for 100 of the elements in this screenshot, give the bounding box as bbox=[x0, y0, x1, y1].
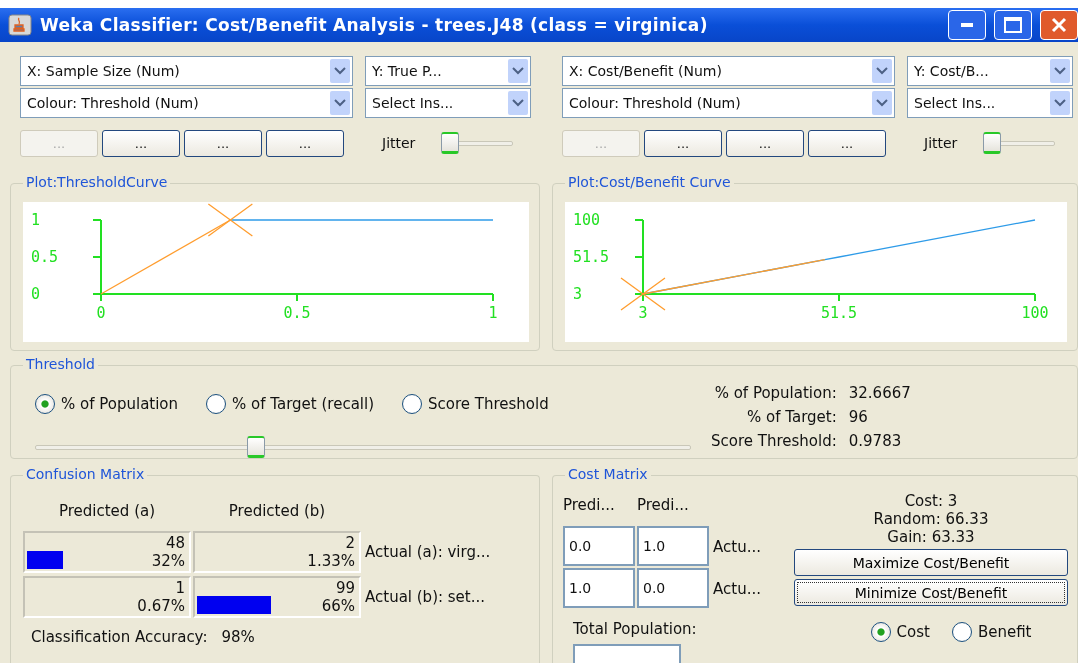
window-title: Weka Classifier: Cost/Benefit Analysis - trees.J48 (class = virginica) bbox=[40, 15, 709, 35]
y-tick-label: 0 bbox=[31, 285, 41, 303]
ellipsis-button[interactable]: ... bbox=[808, 129, 886, 157]
stat-value: 0.9783 bbox=[848, 432, 903, 450]
cell-percent: 0.67% bbox=[137, 597, 185, 615]
chevron-down-icon bbox=[876, 99, 888, 107]
column-header: Predi... bbox=[563, 495, 616, 516]
stat-value: 96 bbox=[848, 408, 869, 426]
radio-button[interactable] bbox=[35, 394, 55, 414]
x-tick-label: 100 bbox=[1021, 304, 1049, 322]
radio-label: Cost bbox=[896, 623, 930, 641]
cell-percent: 32% bbox=[151, 552, 185, 570]
close-button[interactable] bbox=[1040, 10, 1078, 40]
panel-title: Cost Matrix bbox=[565, 466, 651, 482]
chevron-down-icon bbox=[334, 99, 346, 107]
ellipsis-button[interactable]: ... bbox=[266, 129, 344, 157]
y-tick-label: 0.5 bbox=[31, 248, 59, 266]
dropdown[interactable]: Colour: Threshold (Num) bbox=[20, 88, 353, 118]
plot-title: Plot:Cost/Benefit Curve bbox=[565, 174, 734, 190]
accuracy-value: 98% bbox=[221, 628, 255, 646]
row-label: Actual (b): set... bbox=[364, 588, 487, 606]
row-label: Actu... bbox=[712, 538, 762, 556]
y-tick-label: 100 bbox=[573, 211, 601, 229]
maximize-button[interactable] bbox=[994, 10, 1032, 40]
minimize-button[interactable] bbox=[948, 10, 986, 40]
cell-percent: 1.33% bbox=[307, 552, 355, 570]
radio-label: Benefit bbox=[977, 623, 1032, 641]
radio-button[interactable] bbox=[402, 394, 423, 414]
dropdown[interactable]: Select Ins... bbox=[907, 88, 1073, 118]
cost-stat: Gain: 63.33 bbox=[887, 528, 975, 546]
jitter-slider[interactable] bbox=[443, 132, 514, 154]
cost-input-field[interactable]: 0.0 bbox=[563, 526, 635, 566]
radio-option[interactable]: Benefit bbox=[951, 622, 1032, 642]
coffee-cup-icon bbox=[8, 14, 32, 36]
stat-label: Score Threshold: bbox=[711, 432, 837, 450]
radio-button[interactable] bbox=[870, 622, 891, 642]
maximize-icon bbox=[1004, 17, 1022, 33]
ellipsis-button[interactable]: ... bbox=[102, 129, 180, 157]
stat-value: 32.6667 bbox=[848, 384, 911, 402]
close-icon bbox=[1051, 17, 1067, 33]
minimize-icon bbox=[961, 23, 973, 27]
total-population-label: Total Population: bbox=[573, 620, 698, 638]
stat-label: % of Target: bbox=[746, 408, 837, 426]
y-tick-label: 3 bbox=[573, 285, 583, 303]
cost-stat: Random: 66.33 bbox=[873, 510, 989, 528]
radio-option[interactable]: % of Population bbox=[35, 394, 179, 414]
panel-title: Threshold bbox=[23, 356, 98, 372]
chevron-down-icon bbox=[1054, 99, 1066, 107]
cost-input-field[interactable]: 1.0 bbox=[637, 526, 709, 566]
threshold-slider[interactable] bbox=[35, 436, 691, 458]
cell-count: 2 bbox=[345, 534, 355, 552]
slider-thumb[interactable] bbox=[441, 132, 460, 154]
cell-percent: 66% bbox=[321, 597, 355, 615]
slider-thumb[interactable] bbox=[983, 132, 1002, 154]
column-header: Predicted (b) bbox=[227, 502, 327, 522]
radio-label: Score Threshold bbox=[428, 395, 549, 413]
column-header: Predi... bbox=[637, 495, 690, 516]
radio-option[interactable]: Cost bbox=[870, 622, 930, 642]
jitter-label: Jitter bbox=[924, 135, 958, 151]
dropdown[interactable]: Y: Cost/B... bbox=[907, 56, 1073, 86]
y-tick-label: 1 bbox=[31, 211, 41, 229]
column-header: Predicted (a) bbox=[57, 502, 157, 522]
ellipsis-button[interactable]: ... bbox=[644, 129, 722, 157]
radio-button[interactable] bbox=[206, 394, 227, 414]
radio-option[interactable]: % of Target (recall) bbox=[206, 394, 375, 414]
dropdown[interactable]: X: Cost/Benefit (Num) bbox=[562, 56, 895, 86]
ellipsis-button[interactable]: ... bbox=[184, 129, 262, 157]
x-tick-label: 1 bbox=[488, 304, 498, 322]
cell-count: 48 bbox=[165, 534, 185, 552]
jitter-label: Jitter bbox=[382, 135, 416, 151]
chevron-down-icon bbox=[876, 67, 888, 75]
stat-label: % of Population: bbox=[713, 384, 837, 402]
plot-title: Plot:ThresholdCurve bbox=[23, 174, 171, 190]
panel-title: Confusion Matrix bbox=[23, 466, 148, 482]
dropdown[interactable]: Colour: Threshold (Num) bbox=[562, 88, 895, 118]
cost-stat: Cost: 3 bbox=[904, 492, 958, 510]
cost-input-field[interactable]: 0.0 bbox=[637, 568, 709, 608]
radio-button[interactable] bbox=[951, 622, 972, 642]
cell-count: 1 bbox=[175, 579, 185, 597]
dropdown[interactable]: X: Sample Size (Num) bbox=[20, 56, 353, 86]
cell-count: 99 bbox=[335, 579, 355, 597]
dropdown[interactable]: Y: True P... bbox=[365, 56, 531, 86]
dropdown[interactable]: Select Ins... bbox=[365, 88, 531, 118]
slider-thumb[interactable] bbox=[247, 436, 266, 458]
jitter-slider[interactable] bbox=[985, 132, 1056, 154]
radio-label: % of Target (recall) bbox=[232, 395, 375, 413]
cost-input-field[interactable]: 1.0 bbox=[563, 568, 635, 608]
ellipsis-button[interactable]: ... bbox=[726, 129, 804, 157]
chevron-down-icon bbox=[512, 67, 524, 75]
y-tick-label: 51.5 bbox=[573, 248, 610, 266]
chevron-down-icon bbox=[1054, 67, 1066, 75]
total-population-field[interactable] bbox=[573, 644, 681, 663]
x-tick-label: 0 bbox=[96, 304, 106, 322]
x-tick-label: 0.5 bbox=[283, 304, 311, 322]
optimize-button[interactable]: Minimize Cost/Benefit bbox=[794, 579, 1068, 606]
radio-option[interactable]: Score Threshold bbox=[402, 394, 549, 414]
chevron-down-icon bbox=[334, 67, 346, 75]
x-tick-label: 51.5 bbox=[820, 304, 858, 322]
optimize-button[interactable]: Maximize Cost/Benefit bbox=[794, 549, 1068, 576]
radio-label: % of Population bbox=[61, 395, 179, 413]
